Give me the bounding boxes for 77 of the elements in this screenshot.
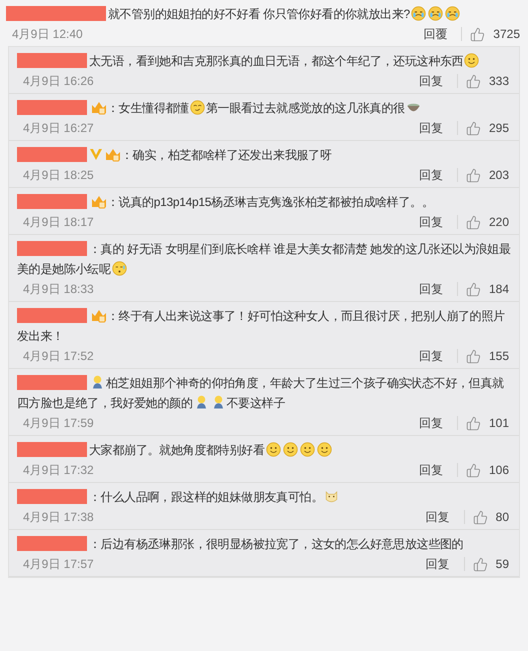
redacted-name [17,147,87,162]
comment-text: ：确实，柏芝都啥样了还发出来我服了呀 [17,145,511,165]
comment-time: 4月9日 17:52 [22,348,94,365]
like-button[interactable]: 184 [466,280,511,298]
redacted-name [17,241,87,256]
reply-button[interactable]: 回复 [412,213,449,231]
reply-button[interactable]: 回复 [420,555,456,573]
redacted-name [17,194,87,209]
thumbs-up-icon [466,74,481,88]
crying-emoji-icon [428,6,443,21]
smile-emoji-icon [300,442,315,457]
comment-text: ：什么人品啊，跟这样的姐妹做朋友真可怕。 [17,487,511,507]
comment-time: 4月9日 17:57 [22,556,94,573]
thumbs-up-icon [466,168,481,182]
reply-button[interactable]: 回复 [412,347,449,365]
redacted-name [17,489,87,504]
comment-text: 柏芝姐姐那个神奇的仰拍角度，年龄大了生过三个孩子确实状态不好，但真就四方脸也是绝了，我好爱她的颜的 不要这样子 [17,374,505,412]
crying-emoji-icon [444,6,460,21]
comment-time: 4月9日 18:17 [22,214,94,231]
reply-button[interactable]: 回复 [412,72,449,90]
redacted-name [17,375,87,390]
redacted-name [17,536,87,551]
redacted-name [17,100,87,115]
reply-button[interactable]: 回复 [412,461,449,479]
like-button[interactable]: 80 [472,508,511,526]
thumbs-up-icon [472,510,488,524]
comment-text: ：说真的p13p14p15杨丞琳吉克隽逸张柏芝都被拍成啥样了。。 [17,192,511,212]
comment-text: 就不管别的姐姐拍的好不好看 你只管你好看的你就放出来? [6,4,522,24]
reply-button[interactable]: 回复 [412,280,449,298]
reply-button[interactable]: 回复 [420,508,456,526]
smile-emoji-icon [464,53,480,68]
thumbs-up-icon [466,214,481,230]
redacted-name [17,53,87,68]
comment-text: ：终于有人出来说这事了！好可怕这种女人，而且很讨厌，把别人崩了的照片发出来！ [17,306,506,345]
figure-emoji-icon [90,375,105,390]
like-button[interactable]: 220 [466,213,511,231]
like-button[interactable]: 155 [466,347,511,365]
smile-emoji-icon [266,442,281,457]
thumbs-up-icon [466,120,481,136]
comment-time: 4月9日 17:32 [22,462,94,479]
reply-button[interactable]: 回覆 [417,25,454,43]
crying-emoji-icon [410,6,426,21]
thumbs-up-icon [466,282,481,296]
smirk-emoji-icon [190,100,205,115]
redacted-name [17,442,87,457]
comment-time: 4月9日 16:27 [22,120,94,137]
like-button[interactable]: 59 [472,555,511,573]
reply-button[interactable]: 回复 [412,414,449,432]
comment-text: 大家都崩了。就她角度都特别好看 [17,440,511,460]
comment-text: ：女生懂得都懂 第一眼看过去就感觉放的这几张真的很 [17,98,511,118]
reply-button[interactable]: 回复 [412,119,449,137]
comment-time: 4月9日 18:33 [22,281,94,298]
thumbs-up-icon [466,416,481,430]
thumbs-up-icon [472,556,488,572]
comment-time: 4月9日 17:59 [22,415,94,432]
thumbs-up-icon [466,348,481,364]
reply-button[interactable]: 回复 [412,166,449,184]
like-button[interactable]: 3725 [470,25,522,43]
verified-v-icon [89,147,103,161]
comment-text: ：真的 好无语 女明星们到底长啥样 谁是大美女都清楚 她发的这几张还以为浪姐最美的是她陈小纭呢 [17,240,511,278]
comment-text: 太无语，看到她和吉克那张真的血日无语，都这个年纪了，还玩这种东西 [17,51,511,71]
thumbs-up-icon [466,462,481,478]
comment-text: ：后边有杨丞琳那张，很明显杨被拉宽了，这女的怎么好意思放这些图的 [17,534,511,554]
comment-time: 4月9日 16:26 [22,73,94,90]
comment-time: 4月9日 12:40 [11,26,83,43]
redacted-name [17,308,87,323]
like-button[interactable]: 203 [466,166,511,184]
like-button[interactable]: 295 [466,119,511,137]
smile-emoji-icon [316,442,332,457]
thumbs-up-icon [470,26,486,42]
comment-time: 4月9日 18:25 [22,167,94,184]
like-button[interactable]: 101 [466,414,511,432]
comment-time: 4月9日 17:38 [22,509,94,526]
like-button[interactable]: 106 [466,461,511,479]
like-button[interactable]: 333 [466,72,511,90]
sweat-emoji-icon [112,261,127,276]
smile-emoji-icon [282,442,298,457]
